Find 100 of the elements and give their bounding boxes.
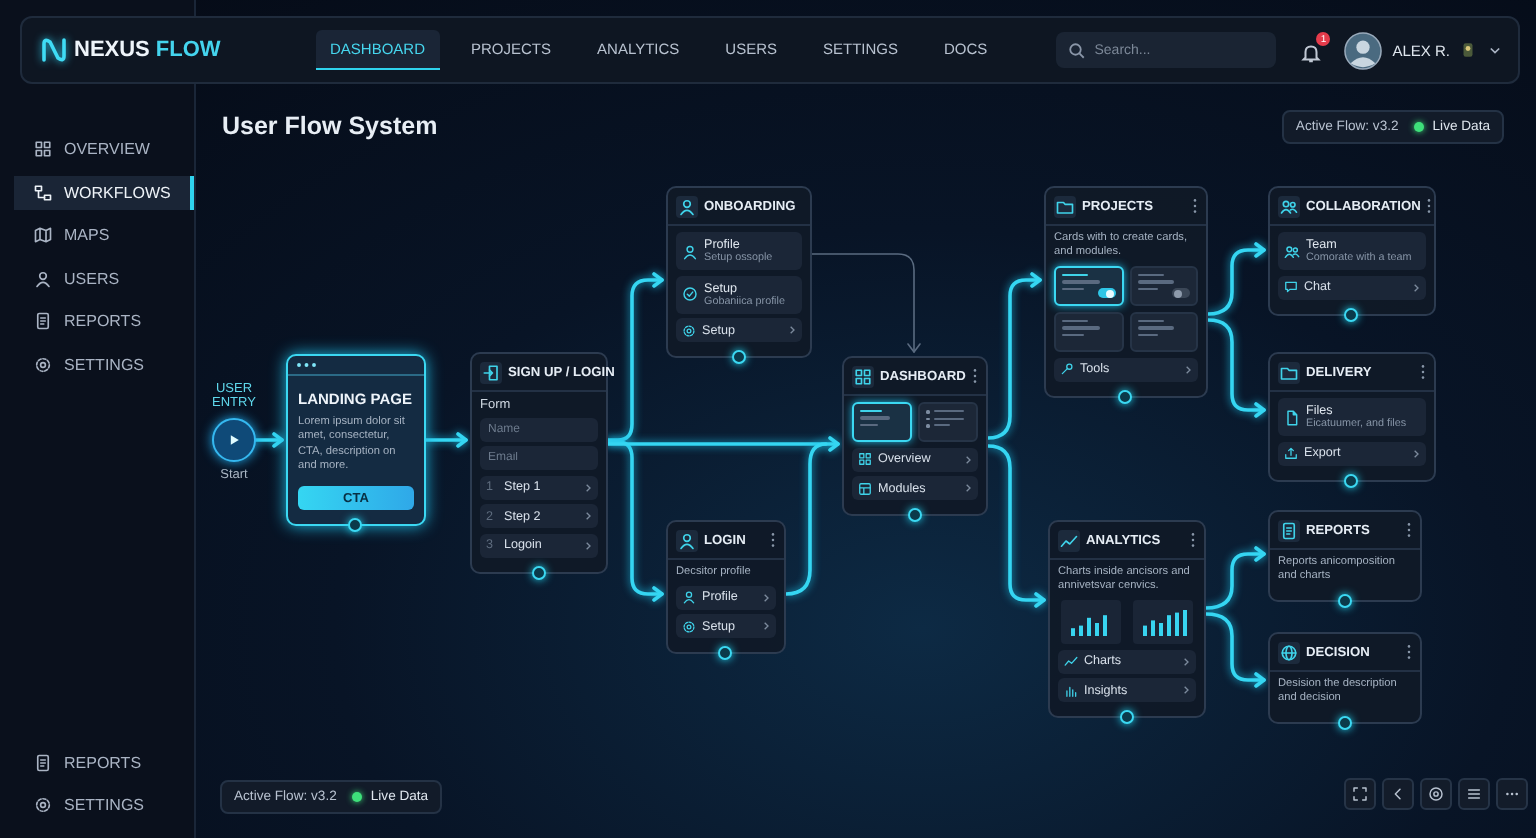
preview-thumbnail[interactable]	[918, 402, 978, 442]
grid-icon	[858, 452, 872, 466]
person-icon	[676, 195, 698, 217]
map-icon	[34, 226, 52, 244]
badge-icon	[1462, 42, 1474, 58]
chevron-icon	[964, 453, 972, 465]
document-icon	[34, 312, 52, 330]
check-circle-icon	[682, 286, 698, 302]
toolbar-button[interactable]	[1420, 778, 1452, 810]
notification-bell-icon[interactable]	[1300, 42, 1323, 64]
sidebar-item[interactable]: REPORTS	[0, 304, 194, 338]
page-title: User Flow System	[222, 112, 438, 140]
people-icon	[1284, 243, 1300, 259]
chevron-icon	[762, 620, 770, 633]
sidebar-item[interactable]: MAPS	[0, 218, 194, 252]
play-icon	[226, 431, 242, 448]
port-dot	[718, 646, 732, 661]
toolbar-button[interactable]	[1458, 778, 1490, 810]
chevron-icon	[1182, 684, 1190, 697]
menu-icon	[1466, 786, 1482, 802]
gear-icon	[34, 796, 52, 814]
chevron-icon	[584, 510, 592, 522]
document-icon	[1278, 519, 1300, 541]
chevron-icon	[1182, 655, 1190, 668]
sidebar-item[interactable]: SETTINGS	[0, 347, 194, 381]
sidebar-item[interactable]: WORKFLOWS	[14, 175, 194, 209]
preview-thumbnail[interactable]	[1129, 312, 1198, 353]
gear-icon	[682, 323, 696, 337]
chevron-icon	[1184, 363, 1192, 376]
kebab-menu-icon[interactable]	[972, 368, 978, 384]
play-button[interactable]	[212, 417, 256, 462]
sidebar-item[interactable]: REPORTS	[0, 745, 194, 779]
preview-thumbnail[interactable]	[1054, 312, 1123, 353]
port-dot	[1118, 389, 1132, 404]
trend-icon	[1064, 654, 1078, 669]
chevron-icon	[1412, 447, 1420, 459]
fullscreen-icon	[1352, 786, 1368, 802]
flow-arrow	[1206, 318, 1266, 418]
chevron-icon	[1412, 281, 1420, 293]
chevron-left-icon	[1390, 786, 1406, 802]
kebab-menu-icon[interactable]	[1406, 522, 1412, 538]
live-dot-icon	[352, 792, 363, 802]
file-icon	[1284, 409, 1300, 425]
chevron-icon	[788, 324, 796, 336]
chevron-icon	[964, 482, 972, 494]
trend-icon	[1058, 529, 1080, 551]
globe-icon	[1278, 641, 1300, 663]
person-icon	[682, 590, 696, 605]
port-dot	[1119, 710, 1133, 725]
port-dot	[1344, 307, 1358, 321]
port-dot	[731, 350, 745, 364]
mini-bar-chart	[1058, 600, 1124, 645]
people-icon	[1278, 195, 1300, 217]
target-icon	[1428, 786, 1444, 802]
kebab-menu-icon[interactable]	[1406, 644, 1412, 660]
window-dots-icon	[296, 362, 320, 368]
gear-icon	[34, 355, 52, 373]
flow-arrow	[1204, 612, 1266, 688]
chevron-down-icon[interactable]	[1488, 45, 1502, 55]
folder-icon	[1054, 195, 1076, 217]
module-icon	[858, 481, 872, 495]
grid-icon	[34, 140, 52, 158]
avatar[interactable]	[1344, 31, 1383, 69]
mini-bar-chart	[1130, 600, 1196, 645]
kebab-menu-icon[interactable]	[770, 532, 776, 548]
port-dot	[1337, 715, 1351, 730]
toggle-switch[interactable]	[1097, 288, 1115, 299]
sidebar-item[interactable]: OVERVIEW	[0, 132, 194, 166]
logo-icon	[40, 36, 68, 64]
chevron-icon	[584, 539, 592, 551]
preview-thumbnail[interactable]	[1129, 266, 1198, 307]
kebab-menu-icon[interactable]	[1426, 198, 1433, 214]
flow-arrow	[1204, 546, 1266, 610]
flow-arrow	[811, 253, 921, 353]
chevron-icon	[584, 481, 592, 493]
kebab-menu-icon[interactable]	[1420, 364, 1426, 380]
sidebar-item[interactable]: SETTINGS	[0, 788, 194, 822]
toggle-switch[interactable]	[1172, 288, 1190, 299]
sidebar-item[interactable]: USERS	[0, 261, 194, 295]
toolbar-button[interactable]	[1344, 778, 1376, 810]
kebab-menu-icon[interactable]	[1190, 532, 1196, 548]
upload-icon	[1284, 446, 1298, 460]
folder-icon	[1278, 361, 1300, 383]
brand-name: NEXUS	[74, 38, 150, 62]
bar-chart-icon	[1064, 683, 1078, 698]
wrench-icon	[1060, 362, 1074, 377]
port-dot	[907, 508, 921, 522]
port-dot	[531, 565, 545, 579]
grid-icon	[852, 365, 874, 387]
kebab-menu-icon[interactable]	[1192, 198, 1198, 214]
port-dot	[1344, 473, 1358, 487]
port-dot	[1337, 593, 1351, 608]
document-icon	[34, 753, 52, 771]
brand-accent: FLOW	[155, 38, 221, 62]
person-icon	[676, 529, 698, 551]
chevron-icon	[762, 591, 770, 604]
flow-arrow	[1206, 242, 1266, 316]
workflow-icon	[34, 183, 52, 201]
live-dot-icon	[1414, 122, 1425, 132]
person-icon	[34, 269, 52, 287]
